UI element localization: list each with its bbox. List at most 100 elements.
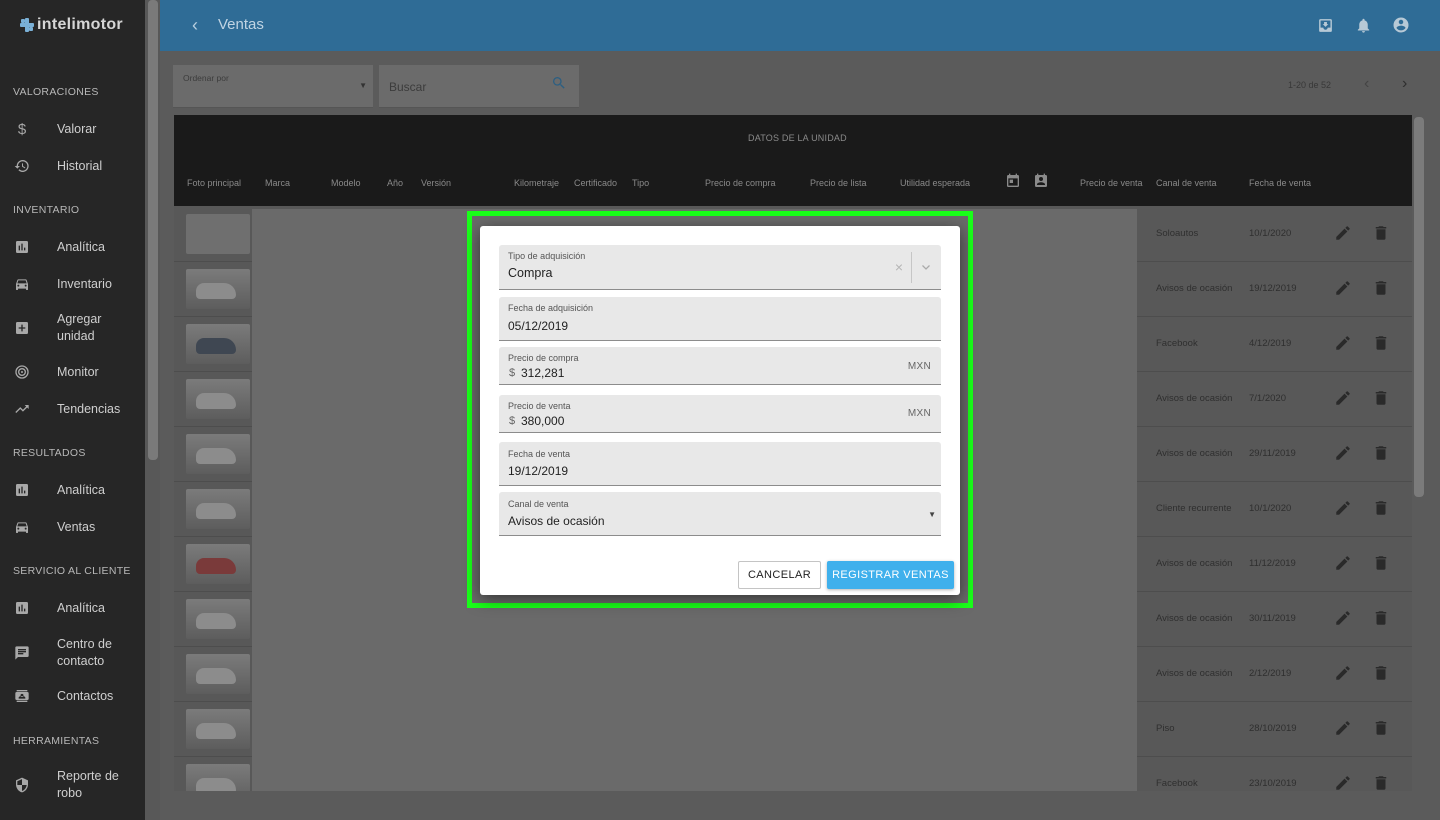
col-certificado[interactable]: Certificado (574, 178, 617, 188)
edit-icon[interactable] (1334, 719, 1352, 737)
caret-down-icon[interactable]: ▼ (928, 510, 936, 519)
row-photo[interactable] (186, 324, 250, 364)
sidebar-item-agregar-unidad[interactable]: Agregar unidad (13, 311, 143, 345)
sidebar-item-monitor[interactable]: Monitor (13, 363, 143, 381)
col-version[interactable]: Versión (421, 178, 451, 188)
delete-icon[interactable] (1372, 444, 1390, 462)
sidebar-item-label: Inventario (57, 276, 112, 291)
col-precio-venta[interactable]: Precio de venta (1080, 178, 1143, 188)
sidebar-item-historial[interactable]: Historial (13, 157, 143, 175)
precio-compra-field[interactable]: Precio de compra $ 312,281 MXN (499, 347, 941, 385)
next-page-icon[interactable]: › (1402, 75, 1407, 93)
fecha-adquisicion-value: 05/12/2019 (508, 319, 569, 333)
sort-select[interactable]: Ordenar por ▼ (173, 65, 373, 108)
delete-icon[interactable] (1372, 389, 1390, 407)
col-marca[interactable]: Marca (265, 178, 290, 188)
app-logo[interactable]: intelimotor (20, 16, 123, 34)
cancel-button[interactable]: CANCELAR (738, 561, 821, 589)
car-icon (13, 275, 31, 293)
sidebar-item-label: Centro de contacto (57, 637, 112, 668)
sidebar-item-centro-contacto[interactable]: Centro de contacto (13, 636, 143, 670)
edit-icon[interactable] (1334, 609, 1352, 627)
row-photo[interactable] (186, 654, 250, 694)
edit-icon[interactable] (1334, 664, 1352, 682)
row-photo[interactable] (186, 269, 250, 309)
download-icon[interactable] (1316, 16, 1334, 34)
calendar-icon[interactable] (1005, 173, 1021, 189)
delete-icon[interactable] (1372, 719, 1390, 737)
sidebar-item-valorar[interactable]: $ Valorar (13, 120, 143, 138)
sidebar-item-reporte-robo[interactable]: Reporte de robo (13, 768, 143, 802)
sidebar-scrollbar[interactable] (148, 0, 158, 460)
col-precio-lista[interactable]: Precio de lista (810, 178, 867, 188)
row-photo[interactable] (186, 599, 250, 639)
col-kilometraje[interactable]: Kilometraje (514, 178, 559, 188)
delete-icon[interactable] (1372, 609, 1390, 627)
notifications-icon[interactable] (1354, 16, 1372, 34)
fecha-venta-field[interactable]: Fecha de venta 19/12/2019 (499, 442, 941, 486)
col-foto[interactable]: Foto principal (187, 178, 241, 188)
delete-icon[interactable] (1372, 499, 1390, 517)
section-valoraciones: VALORACIONES (13, 86, 99, 98)
trending-icon (13, 400, 31, 418)
table-scrollbar[interactable] (1414, 117, 1424, 497)
row-photo[interactable] (186, 544, 250, 584)
edit-icon[interactable] (1334, 224, 1352, 242)
row-photo[interactable] (186, 214, 250, 254)
search-icon[interactable] (551, 75, 567, 91)
sidebar-item-analitica-servicio[interactable]: Analítica (13, 599, 143, 617)
sidebar-item-label: Analítica (57, 239, 105, 254)
chevron-down-icon[interactable] (920, 260, 932, 272)
sidebar-item-tendencias[interactable]: Tendencias (13, 400, 143, 418)
sidebar-item-ventas[interactable]: Ventas (13, 518, 143, 536)
precio-compra-value: 312,281 (521, 366, 565, 380)
canal-venta-value: Avisos de ocasión (508, 514, 605, 528)
section-servicio-cliente: SERVICIO AL CLIENTE (13, 565, 131, 577)
row-photo[interactable] (186, 709, 250, 749)
sidebar-item-inventario[interactable]: Inventario (13, 275, 143, 293)
edit-icon[interactable] (1334, 554, 1352, 572)
row-photo[interactable] (186, 764, 250, 791)
sidebar-item-analitica-resultados[interactable]: Analítica (13, 481, 143, 499)
contact-calendar-icon[interactable] (1033, 173, 1049, 189)
delete-icon[interactable] (1372, 279, 1390, 297)
row-photo[interactable] (186, 434, 250, 474)
tipo-adquisicion-select[interactable]: Tipo de adquisición Compra × (499, 245, 941, 290)
delete-icon[interactable] (1372, 224, 1390, 242)
edit-icon[interactable] (1334, 444, 1352, 462)
sidebar-item-contactos[interactable]: Contactos (13, 687, 143, 705)
prev-page-icon[interactable]: ‹ (1364, 75, 1369, 93)
edit-icon[interactable] (1334, 389, 1352, 407)
col-precio-compra[interactable]: Precio de compra (705, 178, 776, 188)
register-sales-button[interactable]: REGISTRAR VENTAS (827, 561, 954, 589)
precio-venta-field[interactable]: Precio de venta $ 380,000 MXN (499, 395, 941, 433)
edit-icon[interactable] (1334, 279, 1352, 297)
delete-icon[interactable] (1372, 664, 1390, 682)
col-utilidad[interactable]: Utilidad esperada (900, 178, 970, 188)
sidebar: intelimotor VALORACIONES $ Valorar Histo… (0, 0, 145, 820)
dollar-icon: $ (17, 120, 27, 138)
row-canal-venta: Avisos de ocasión (1156, 283, 1233, 294)
row-photo[interactable] (186, 489, 250, 529)
search-input[interactable]: Buscar (379, 65, 579, 108)
col-ano[interactable]: Año (387, 178, 403, 188)
col-tipo[interactable]: Tipo (632, 178, 649, 188)
col-canal-venta[interactable]: Canal de venta (1156, 178, 1217, 188)
edit-icon[interactable] (1334, 774, 1352, 791)
edit-icon[interactable] (1334, 334, 1352, 352)
sidebar-item-analitica-inventario[interactable]: Analítica (13, 238, 143, 256)
col-fecha-venta[interactable]: Fecha de venta (1249, 178, 1311, 188)
row-photo[interactable] (186, 379, 250, 419)
fecha-adquisicion-field[interactable]: Fecha de adquisición 05/12/2019 (499, 297, 941, 341)
delete-icon[interactable] (1372, 774, 1390, 791)
section-herramientas: HERRAMIENTAS (13, 735, 100, 747)
back-arrow-icon[interactable]: ‹ (192, 15, 198, 36)
col-modelo[interactable]: Modelo (331, 178, 361, 188)
sidebar-item-label: Analítica (57, 600, 105, 615)
clear-icon[interactable]: × (895, 259, 903, 275)
account-icon[interactable] (1392, 16, 1410, 34)
canal-venta-select[interactable]: Canal de venta Avisos de ocasión ▼ (499, 492, 941, 536)
delete-icon[interactable] (1372, 334, 1390, 352)
edit-icon[interactable] (1334, 499, 1352, 517)
delete-icon[interactable] (1372, 554, 1390, 572)
